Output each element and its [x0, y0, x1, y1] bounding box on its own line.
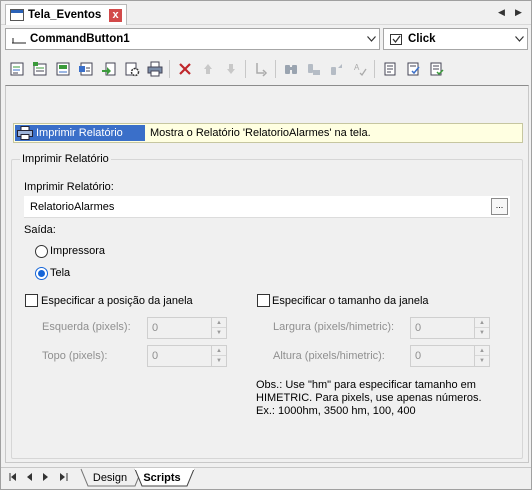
tab-scripts[interactable]: Scripts [139, 469, 185, 487]
event-selector[interactable]: Click [383, 28, 528, 50]
group-title: Imprimir Relatório [20, 153, 111, 165]
tab-scroll-left-icon[interactable]: ◀ [498, 7, 505, 18]
output-label: Saída: [24, 224, 56, 236]
top-label: Topo (pixels): [42, 350, 108, 362]
svg-text:A: A [354, 63, 360, 72]
prev-page-icon[interactable] [26, 473, 32, 483]
toolbar-separator [374, 60, 375, 78]
action-row[interactable]: Imprimir Relatório Mostra o Relatório 'R… [13, 123, 523, 143]
height-stepper[interactable]: 0 ▲ ▼ [410, 345, 490, 367]
stepper-up-icon[interactable]: ▲ [475, 346, 489, 356]
find-icon[interactable] [279, 58, 302, 80]
view-script-icon[interactable] [378, 58, 401, 80]
report-name-field[interactable]: RelatorioAlarmes ... [24, 196, 510, 218]
move-down-icon[interactable] [219, 58, 242, 80]
view-script-check-icon[interactable] [401, 58, 424, 80]
size-checkbox-label: Especificar o tamanho da janela [272, 295, 429, 307]
size-checkbox[interactable] [257, 294, 270, 307]
tab-scroll-right-icon[interactable]: ▶ [515, 7, 522, 18]
move-up-icon[interactable] [196, 58, 219, 80]
position-checkbox-label: Especificar a posição da janela [41, 295, 193, 307]
report-label: Imprimir Relatório: [24, 181, 114, 193]
top-stepper[interactable]: 0 ▲ ▼ [147, 345, 227, 367]
stepper-down-icon[interactable]: ▼ [475, 328, 489, 338]
stepper-buttons[interactable]: ▲ ▼ [211, 318, 226, 338]
top-value: 0 [152, 350, 159, 362]
stepper-down-icon[interactable]: ▼ [212, 356, 226, 366]
document-tab-bar: Tela_Eventos x ◀ ▶ [1, 1, 531, 25]
first-page-icon[interactable] [9, 473, 17, 483]
output-option-label: Impressora [50, 245, 106, 257]
report-name-value: RelatorioAlarmes [30, 200, 115, 213]
stepper-buttons[interactable]: ▲ ▼ [211, 346, 226, 366]
width-value: 0 [415, 322, 422, 334]
stepper-buttons[interactable]: ▲ ▼ [474, 346, 489, 366]
delete-icon[interactable] [173, 58, 196, 80]
browse-button[interactable]: ... [491, 198, 508, 215]
goto-icon[interactable] [249, 58, 272, 80]
chevron-down-icon[interactable] [363, 29, 379, 49]
output-radio-screen[interactable] [35, 267, 48, 280]
add-item-icon[interactable] [74, 58, 97, 80]
script-editor-area: Imprimir Relatório Mostra o Relatório 'R… [5, 85, 529, 463]
stepper-up-icon[interactable]: ▲ [212, 318, 226, 328]
stepper-buttons[interactable]: ▲ ▼ [474, 318, 489, 338]
width-stepper[interactable]: 0 ▲ ▼ [410, 317, 490, 339]
event-icon [390, 34, 404, 45]
stepper-up-icon[interactable]: ▲ [475, 318, 489, 328]
event-selector-value: Click [408, 33, 436, 45]
last-page-icon[interactable] [60, 473, 68, 483]
document-tab[interactable]: Tela_Eventos x [5, 4, 127, 25]
import-icon[interactable] [97, 58, 120, 80]
object-selector-value: CommandButton1 [30, 33, 130, 45]
left-label: Esquerda (pixels): [42, 321, 131, 333]
left-stepper[interactable]: 0 ▲ ▼ [147, 317, 227, 339]
add-user-script-icon[interactable] [28, 58, 51, 80]
screen-document-icon [10, 9, 24, 21]
close-tab-button[interactable]: x [109, 9, 122, 22]
add-action-icon[interactable] [51, 58, 74, 80]
action-description: Mostra o Relatório 'RelatorioAlarmes' na… [150, 127, 371, 139]
script-toolbar: A [5, 57, 529, 81]
toolbar-separator [245, 60, 246, 78]
print-icon [17, 126, 33, 140]
action-name-selected[interactable]: Imprimir Relatório [15, 125, 145, 141]
next-page-icon[interactable] [43, 473, 49, 483]
tab-design[interactable]: Design [88, 469, 132, 487]
toolbar-separator [169, 60, 170, 78]
object-selector[interactable]: CommandButton1 [5, 28, 380, 50]
script-editor-window: Tela_Eventos x ◀ ▶ CommandButton1 Click [0, 0, 532, 490]
action-name-label: Imprimir Relatório [36, 127, 123, 139]
replace-icon[interactable] [325, 58, 348, 80]
stepper-down-icon[interactable]: ▼ [212, 328, 226, 338]
height-value: 0 [415, 350, 422, 362]
view-script-list-icon[interactable] [424, 58, 447, 80]
spell-icon[interactable]: A [348, 58, 371, 80]
height-label: Altura (pixels/himetric): [273, 350, 385, 362]
width-label: Largura (pixels/himetric): [273, 321, 395, 333]
position-checkbox[interactable] [25, 294, 38, 307]
toolbar-separator [275, 60, 276, 78]
stepper-down-icon[interactable]: ▼ [475, 356, 489, 366]
bottom-tab-bar: Design Scripts [1, 467, 531, 489]
output-option-label: Tela [50, 267, 71, 279]
settings-icon[interactable] [120, 58, 143, 80]
find-next-icon[interactable] [302, 58, 325, 80]
command-button-icon [12, 34, 26, 44]
chevron-down-icon[interactable] [511, 29, 527, 49]
himetric-note: Obs.: Use "hm" para especificar tamanho … [256, 379, 482, 417]
output-radio-printer[interactable] [35, 245, 48, 258]
document-tab-title: Tela_Eventos [28, 9, 102, 21]
print-icon[interactable] [143, 58, 166, 80]
left-value: 0 [152, 322, 159, 334]
add-script-icon[interactable] [5, 58, 28, 80]
stepper-up-icon[interactable]: ▲ [212, 346, 226, 356]
